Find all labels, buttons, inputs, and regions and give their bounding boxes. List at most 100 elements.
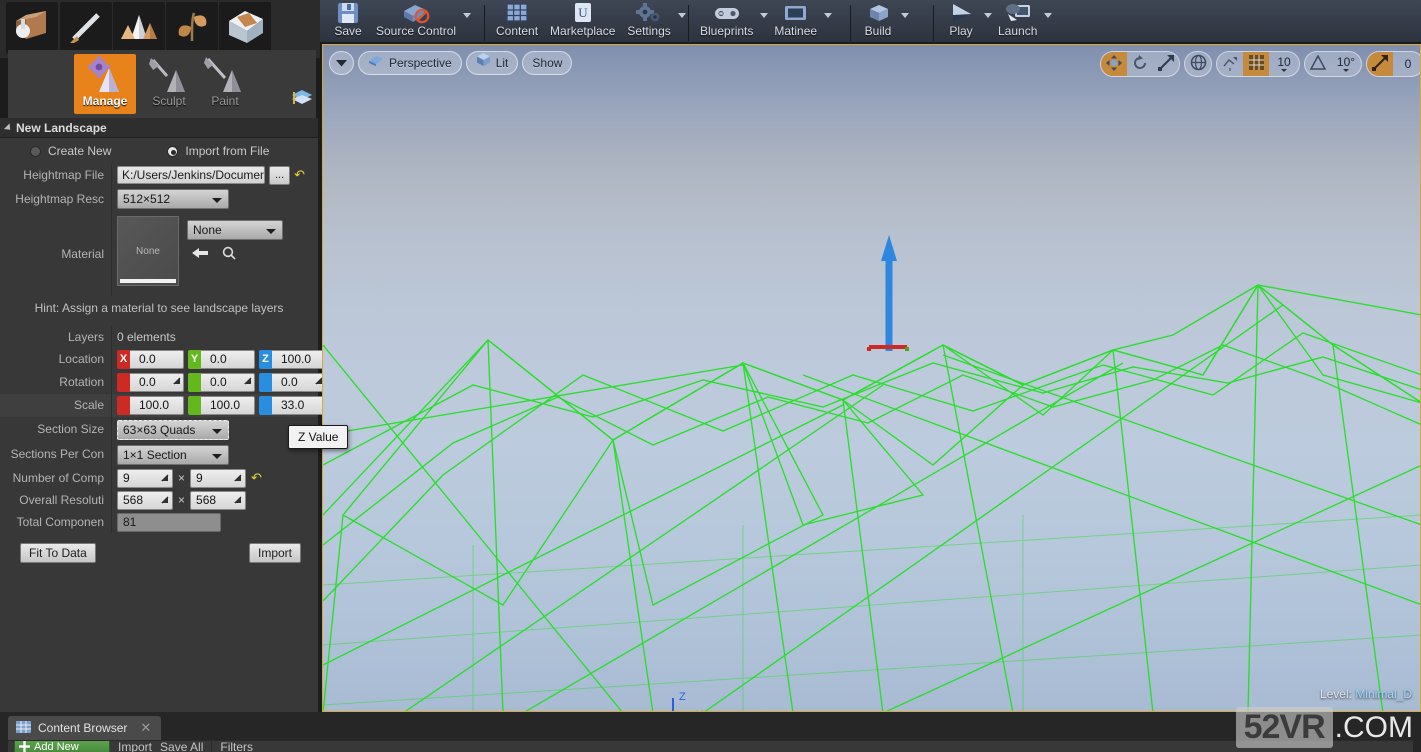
scale-snap-value-button[interactable]: 0: [1393, 52, 1420, 76]
play-caret-icon[interactable]: [984, 13, 992, 18]
mode-button-paint[interactable]: [60, 2, 112, 54]
rotation-z-field[interactable]: 0.0: [259, 373, 326, 392]
filters-label[interactable]: Filters: [220, 741, 253, 752]
scale-x-field[interactable]: 100.0: [117, 396, 184, 415]
toolbar-blueprints[interactable]: Blueprints: [694, 0, 759, 42]
toolbar-settings[interactable]: Settings: [621, 0, 676, 42]
settings-caret-icon[interactable]: [677, 13, 686, 18]
launch-caret-icon[interactable]: [1044, 13, 1053, 18]
toolbar-marketplace[interactable]: U Marketplace: [544, 0, 621, 42]
mode-button-foliage[interactable]: [166, 2, 218, 54]
build-caret-icon[interactable]: [901, 13, 909, 18]
heightmap-resolution-dropdown[interactable]: 512×512: [117, 189, 229, 209]
source-control-blocked-icon: [400, 1, 432, 25]
toolbar-launch[interactable]: Launch: [992, 0, 1043, 42]
browse-file-button[interactable]: ...: [269, 165, 291, 185]
toolbar-separator: [688, 5, 689, 41]
axis-x-tag: X: [117, 350, 130, 369]
mode-button-place[interactable]: [6, 2, 58, 54]
rotation-snap-value-button[interactable]: 10°: [1331, 52, 1361, 76]
mode-button-geometry[interactable]: [219, 2, 271, 54]
subtool-manage[interactable]: Manage: [74, 54, 136, 114]
toolbar-matinee[interactable]: Matinee: [768, 0, 823, 42]
toolbar-build[interactable]: Build: [856, 0, 900, 42]
components-x-input[interactable]: 9: [117, 468, 173, 488]
drag-handle-icon[interactable]: [159, 496, 169, 506]
drag-handle-icon[interactable]: [232, 496, 242, 506]
drag-handle-icon[interactable]: [159, 474, 169, 484]
toolbar-content[interactable]: Content: [490, 0, 544, 42]
heightmap-file-input[interactable]: K:/Users/Jenkins/Document: [117, 166, 265, 184]
components-x-value: 9: [123, 470, 130, 485]
viewport-options-button[interactable]: [329, 51, 354, 75]
location-z-field[interactable]: Z 100.0: [259, 350, 326, 369]
components-y-input[interactable]: 9: [190, 468, 247, 488]
matinee-caret-icon[interactable]: [824, 13, 833, 18]
landscape-layers-icon[interactable]: [290, 86, 314, 113]
viewport-perspective-button[interactable]: Perspective: [358, 51, 462, 75]
axis-y-tag: Y: [188, 350, 201, 369]
toolbar-label: Blueprints: [700, 24, 754, 38]
translate-mode-button[interactable]: [1101, 52, 1127, 76]
import-label[interactable]: Import: [118, 741, 152, 752]
location-x-field[interactable]: X 0.0: [117, 350, 184, 369]
close-icon[interactable]: ✕: [140, 720, 151, 736]
location-z-value: 100.0: [272, 350, 326, 369]
sections-per-component-dropdown[interactable]: 1×1 Section: [117, 444, 229, 465]
scale-mode-button[interactable]: [1153, 52, 1179, 76]
browse-to-asset-icon[interactable]: [222, 246, 236, 263]
chevron-down-icon: [1281, 68, 1287, 72]
angle-snap-icon: [1309, 54, 1327, 73]
section-size-dropdown[interactable]: 63×63 Quads: [117, 419, 229, 440]
fit-to-data-button[interactable]: Fit To Data: [20, 543, 96, 563]
resolution-x-input[interactable]: 568: [117, 490, 173, 510]
source-control-caret-icon[interactable]: [463, 13, 472, 18]
z-value-tooltip: Z Value: [288, 425, 349, 449]
toolbar-source-control[interactable]: Source Control: [370, 0, 462, 42]
scale-y-field[interactable]: 100.0: [188, 396, 255, 415]
radio-create-new[interactable]: Create New: [30, 144, 111, 158]
drag-handle-icon[interactable]: [171, 377, 181, 387]
svg-text:Z: Z: [679, 691, 686, 703]
panel-header[interactable]: New Landscape: [0, 118, 318, 138]
toolbar-play[interactable]: Play: [939, 0, 983, 42]
rotation-snap-button[interactable]: [1305, 52, 1331, 76]
row-heightmap-file: Heightmap File K:/Users/Jenkins/Document…: [0, 164, 318, 186]
scale-z-field[interactable]: 33.0: [259, 396, 326, 415]
viewport-lit-button[interactable]: Lit: [465, 51, 519, 75]
material-thumbnail[interactable]: None: [117, 216, 179, 286]
material-selector-dropdown[interactable]: None: [187, 220, 283, 240]
location-x-value: 0.0: [130, 350, 184, 369]
content-browser-tab[interactable]: Content Browser ✕: [8, 716, 162, 740]
resolution-y-input[interactable]: 568: [190, 490, 247, 510]
reset-heightmap-icon[interactable]: ↶: [294, 168, 305, 181]
save-all-label[interactable]: Save All: [160, 741, 203, 752]
scale-snap-button[interactable]: [1367, 52, 1393, 76]
viewport-show-button[interactable]: Show: [522, 51, 573, 75]
add-new-button[interactable]: Add New: [14, 741, 110, 752]
toolbar-save[interactable]: Save: [326, 0, 370, 42]
use-selected-asset-icon[interactable]: [191, 247, 209, 262]
grid-snap-value-button[interactable]: 10: [1269, 52, 1299, 76]
subtool-paint[interactable]: Paint: [194, 54, 256, 114]
rotation-x-field[interactable]: 0.0: [117, 373, 184, 392]
world-coordinate-button[interactable]: [1185, 52, 1211, 76]
import-button[interactable]: Import: [249, 543, 302, 563]
surface-snap-button[interactable]: [1217, 52, 1243, 76]
rotate-mode-button[interactable]: [1127, 52, 1153, 76]
location-y-field[interactable]: Y 0.0: [188, 350, 255, 369]
grid-snap-button[interactable]: [1243, 52, 1269, 76]
rotation-snap-group: 10°: [1304, 51, 1362, 77]
row-heightmap-resolution: Heightmap Resc 512×512: [0, 186, 318, 212]
drag-handle-icon[interactable]: [232, 474, 242, 484]
rotation-y-field[interactable]: 0.0: [188, 373, 255, 392]
reset-components-icon[interactable]: ↶: [251, 471, 262, 484]
radio-dot-selected: [167, 145, 179, 157]
level-viewport[interactable]: Perspective Lit Show 10 10° 0 Z Level: M…: [322, 44, 1421, 712]
subtool-sculpt[interactable]: Sculpt: [138, 54, 200, 114]
blueprints-caret-icon[interactable]: [760, 13, 769, 18]
radio-import-from-file[interactable]: Import from File: [167, 144, 269, 158]
drag-handle-icon[interactable]: [242, 377, 252, 387]
mode-button-landscape[interactable]: [113, 2, 165, 54]
translation-gizmo[interactable]: [811, 231, 951, 351]
